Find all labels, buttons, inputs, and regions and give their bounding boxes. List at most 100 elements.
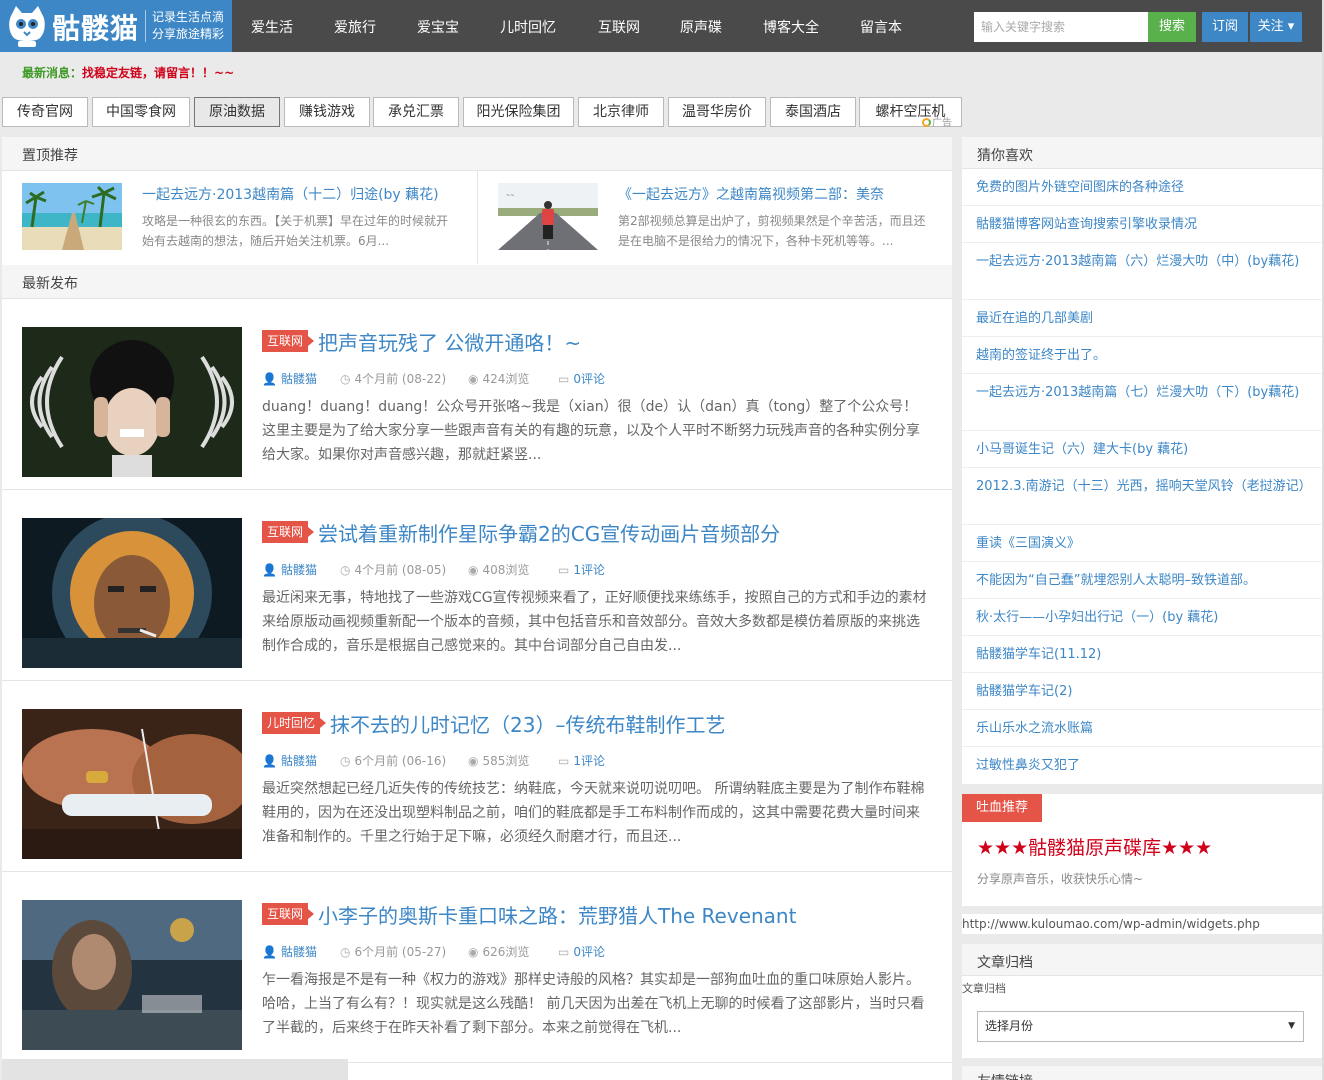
ticker-label: 最新消息： bbox=[22, 66, 83, 80]
user-icon: 👤 bbox=[262, 945, 277, 959]
meta-author[interactable]: 👤 骷髅猫 bbox=[262, 943, 317, 960]
author-name[interactable]: 骷髅猫 bbox=[281, 754, 317, 768]
meta-author[interactable]: 👤 骷髅猫 bbox=[262, 561, 317, 578]
ad-tab[interactable]: 阳光保险集团 bbox=[463, 97, 574, 127]
category-tag[interactable]: 儿时回忆 bbox=[262, 712, 327, 734]
revenant-poster-thumbnail[interactable] bbox=[22, 900, 242, 1050]
list-item[interactable]: 最近在追的几部美剧 bbox=[962, 300, 1322, 337]
nav-item-internet[interactable]: 互联网 bbox=[598, 17, 640, 37]
post-time: 6个月前 (05-27) bbox=[354, 945, 447, 959]
search-input[interactable] bbox=[974, 12, 1148, 42]
list-item[interactable]: 免费的图片外链空间图床的各种途径 bbox=[962, 169, 1322, 206]
meta-comments[interactable]: ▭ 0评论 bbox=[558, 943, 605, 960]
post-item: 儿时回忆 抹不去的儿时记忆（23）–传统布鞋制作工艺 👤 骷髅猫 ◷ 6个月前 (0… bbox=[2, 681, 952, 872]
category-tag[interactable]: 互联网 bbox=[262, 903, 315, 925]
ad-tab[interactable]: 温哥华房价 bbox=[668, 97, 766, 127]
list-item[interactable]: 秋·太行——小孕妇出行记（一）(by 藕花) bbox=[962, 599, 1322, 636]
list-item[interactable]: 过敏性鼻炎又犯了 bbox=[962, 747, 1322, 784]
meta-author[interactable]: 👤 骷髅猫 bbox=[262, 752, 317, 769]
post-title[interactable]: 抹不去的儿时记忆（23）–传统布鞋制作工艺 bbox=[330, 709, 725, 738]
list-item[interactable]: 一起去远方·2013越南篇（六）烂漫大叻（中）(by藕花) bbox=[962, 243, 1322, 300]
post-title[interactable]: 小李子的奥斯卡重口味之路：荒野猎人The Revenant bbox=[318, 900, 796, 929]
subscribe-button[interactable]: 订阅 bbox=[1202, 12, 1248, 42]
list-item[interactable]: 骷髅猫学车记(11.12) bbox=[962, 636, 1322, 673]
site-logo[interactable]: 骷髅猫 记录生活点滴 分享旅途精彩 bbox=[0, 0, 232, 52]
ad-tab[interactable]: 传奇官网 bbox=[2, 97, 88, 127]
post-excerpt: 最近突然想起已经几近失传的传统技艺：纳鞋底，今天就来说叨说叨吧。 所谓纳鞋底主要… bbox=[262, 781, 925, 845]
starcraft-marine-thumbnail[interactable] bbox=[22, 518, 242, 668]
comment-count[interactable]: 0评论 bbox=[573, 372, 605, 386]
category-tag[interactable]: 互联网 bbox=[262, 330, 315, 352]
list-item[interactable]: 一起去远方·2013越南篇（七）烂漫大叻（下）(by藕花) bbox=[962, 374, 1322, 431]
ad-tab[interactable]: 北京律师 bbox=[578, 97, 664, 127]
ad-tab[interactable]: 承兑汇票 bbox=[373, 97, 459, 127]
ad-tab[interactable]: 泰国酒店 bbox=[770, 97, 856, 127]
widget-title: 猜你喜欢 bbox=[977, 148, 1033, 164]
ad-badge[interactable]: 广告 bbox=[922, 114, 952, 129]
select-value: 选择月份 bbox=[985, 1019, 1034, 1033]
latest-section-header: 最新发布 bbox=[2, 265, 952, 299]
meta-comments[interactable]: ▭ 1评论 bbox=[558, 561, 605, 578]
author-name[interactable]: 骷髅猫 bbox=[281, 945, 317, 959]
list-item[interactable]: 乐山乐水之流水账篇 bbox=[962, 710, 1322, 747]
list-item[interactable]: 越南的签证终于出了。 bbox=[962, 337, 1322, 374]
comment-count[interactable]: 1评论 bbox=[573, 754, 605, 768]
hot-recommend-tag: 吐血推荐 bbox=[962, 794, 1043, 822]
meta-views: ◉ 626浏览 bbox=[468, 943, 529, 960]
list-item[interactable]: 小马哥诞生记（六）建大卡(by 藕花) bbox=[962, 431, 1322, 468]
list-item[interactable]: 骷髅猫学车记(2) bbox=[962, 673, 1322, 710]
widget-header: 文章归档 bbox=[962, 944, 1322, 976]
category-tag[interactable]: 互联网 bbox=[262, 521, 315, 543]
ad-badge-label: 广告 bbox=[932, 118, 952, 129]
meta-comments[interactable]: ▭ 0评论 bbox=[558, 370, 605, 387]
clock-icon: ◷ bbox=[340, 372, 351, 386]
ad-tab[interactable]: 中国零食网 bbox=[92, 97, 190, 127]
clock-icon: ◷ bbox=[340, 563, 351, 577]
post-title[interactable]: 把声音玩残了 公微开通咯！~ bbox=[318, 327, 581, 356]
pinned-post-excerpt: 第2部视频总算是出炉了，剪视频果然是个辛苦活，而且还是在电脑不是很给力的情况下，… bbox=[618, 214, 926, 248]
list-item[interactable]: 骷髅猫博客网站查询搜索引擎收录情况 bbox=[962, 206, 1322, 243]
list-item[interactable]: 2012.3.南游记（十三）光西，摇响天堂风铃（老挝游记） bbox=[962, 468, 1322, 525]
hot-recommend-title[interactable]: ★★★骷髅猫原声碟库★★★ bbox=[977, 833, 1212, 860]
widget-header: 猜你喜欢 bbox=[962, 137, 1322, 169]
list-item[interactable]: 重读《三国演义》 bbox=[962, 525, 1322, 562]
widget-title: 友情链接 bbox=[977, 1071, 1033, 1080]
meta-author[interactable]: 👤 骷髅猫 bbox=[262, 370, 317, 387]
nav-item-soundtrack[interactable]: 原声碟 bbox=[680, 17, 722, 37]
nav-item-blogs[interactable]: 博客大全 bbox=[763, 17, 819, 37]
svg-text:~~: ~~ bbox=[506, 193, 514, 199]
ad-tab[interactable]: 原油数据 bbox=[194, 97, 280, 127]
nav-item-baby[interactable]: 爱宝宝 bbox=[417, 17, 459, 37]
ticker-message[interactable]: 找稳定友链，请留言！！~~ bbox=[82, 66, 234, 80]
clock-icon: ◷ bbox=[340, 754, 351, 768]
sidebar-links-widget: 友情链接 bbox=[962, 1066, 1322, 1080]
author-name[interactable]: 骷髅猫 bbox=[281, 372, 317, 386]
nav-item-childhood[interactable]: 儿时回忆 bbox=[500, 17, 556, 37]
meta-views: ◉ 408浏览 bbox=[468, 561, 529, 578]
meta-time: ◷ 4个月前 (08-22) bbox=[340, 370, 446, 387]
meta-comments[interactable]: ▭ 1评论 bbox=[558, 752, 605, 769]
view-count: 585浏览 bbox=[482, 754, 530, 768]
post-time: 4个月前 (08-05) bbox=[354, 563, 447, 577]
beach-thumbnail[interactable] bbox=[22, 183, 122, 250]
pinned-post-excerpt: 攻略是一种很玄的东西。【关于机票】早在过年的时候就开始有去越南的想法，随后开始关… bbox=[142, 214, 449, 248]
comment-count[interactable]: 1评论 bbox=[573, 563, 605, 577]
follow-dropdown-button[interactable]: 关注 ▾ bbox=[1250, 12, 1302, 42]
nav-item-travel[interactable]: 爱旅行 bbox=[334, 17, 376, 37]
archive-month-select[interactable]: 选择月份 ▼ bbox=[977, 1011, 1304, 1042]
pinned-post-title[interactable]: 《一起去远方》之越南篇视频第二部：美奈 bbox=[618, 184, 884, 204]
comment-count[interactable]: 0评论 bbox=[573, 945, 605, 959]
road-motorbike-thumbnail[interactable]: ~~ bbox=[498, 183, 598, 250]
comment-icon: ▭ bbox=[558, 563, 570, 577]
post-item: 互联网 小李子的奥斯卡重口味之路：荒野猎人The Revenant 👤 骷髅猫 ◷… bbox=[2, 872, 952, 1063]
author-name[interactable]: 骷髅猫 bbox=[281, 563, 317, 577]
sound-waves-thumbnail[interactable] bbox=[22, 327, 242, 477]
pinned-post-title[interactable]: 一起去远方·2013越南篇（十二）归途(by 藕花) bbox=[142, 184, 439, 204]
nav-item-life[interactable]: 爱生活 bbox=[251, 17, 293, 37]
nav-item-guestbook[interactable]: 留言本 bbox=[860, 17, 902, 37]
ad-tab[interactable]: 赚钱游戏 bbox=[284, 97, 370, 127]
search-button[interactable]: 搜索 bbox=[1148, 12, 1196, 42]
list-item[interactable]: 不能因为“自己蠢”就埋怨别人太聪明–致铁道部。 bbox=[962, 562, 1322, 599]
shoe-sewing-thumbnail[interactable] bbox=[22, 709, 242, 859]
post-title[interactable]: 尝试着重新制作星际争霸2的CG宣传动画片音频部分 bbox=[318, 518, 780, 547]
